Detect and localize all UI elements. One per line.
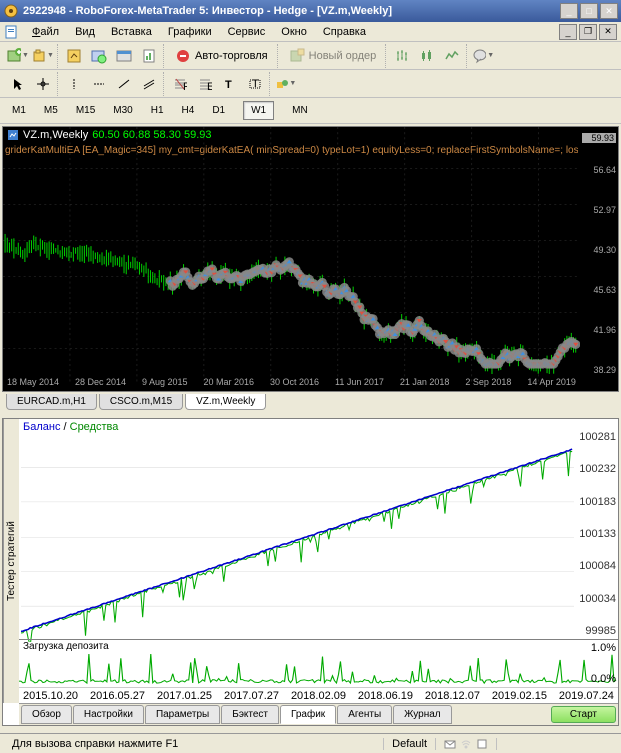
svg-text:F: F [183, 81, 187, 91]
equity-svg [21, 433, 574, 642]
equity-legend: Баланс / Средства [23, 421, 118, 433]
terminal-button[interactable] [112, 44, 136, 68]
load-label: Загрузка депозита [23, 641, 109, 652]
text-button[interactable]: T [218, 72, 242, 96]
crosshair-button[interactable] [31, 72, 55, 96]
status-profile[interactable]: Default [384, 738, 436, 750]
menu-insert[interactable]: Вставка [103, 24, 160, 40]
tf-m30[interactable]: M30 [105, 101, 140, 120]
market-watch-button[interactable] [62, 44, 86, 68]
line-chart-button[interactable] [440, 44, 464, 68]
autotrade-button[interactable]: Авто-торговля [168, 44, 275, 68]
new-chart-button[interactable]: ▼ [6, 44, 30, 68]
draw-toolbar: F E T T ▼ [0, 70, 621, 98]
tf-w1[interactable]: W1 [243, 101, 274, 120]
label-button[interactable]: T [243, 72, 267, 96]
statusbar: Для вызова справки нажмите F1 Default [0, 733, 621, 753]
vline-button[interactable] [62, 72, 86, 96]
candle-chart-button[interactable] [415, 44, 439, 68]
new-order-button[interactable]: Новый ордер [282, 44, 384, 68]
tf-d1[interactable]: D1 [204, 101, 233, 120]
tester-side-label[interactable]: Тестер стратегий [3, 419, 19, 703]
current-price: 59.93 [582, 133, 616, 143]
tester-tab-graph[interactable]: График [280, 705, 336, 724]
mdi-restore[interactable]: ❐ [579, 24, 597, 40]
tester-tab-backtest[interactable]: Бэктест [221, 705, 279, 724]
price-chart[interactable]: VZ.m,Weekly 60.50 60.88 58.30 59.93 grid… [2, 126, 619, 392]
equity-chart[interactable]: Баланс / Средства 100281 100232 100183 1… [19, 419, 618, 639]
tester-tab-params[interactable]: Параметры [145, 705, 220, 724]
tester-tab-agents[interactable]: Агенты [337, 705, 392, 724]
window-buttons: _ □ ✕ [560, 3, 618, 19]
mdi-minimize[interactable]: _ [559, 24, 577, 40]
tf-m15[interactable]: M15 [68, 101, 103, 120]
fibo-ext-button[interactable]: E [193, 72, 217, 96]
status-icons [436, 738, 497, 750]
tf-mn[interactable]: MN [284, 101, 316, 120]
close-button[interactable]: ✕ [600, 3, 618, 19]
news-icon[interactable] [476, 738, 488, 750]
equity-y-axis: 100281 100232 100183 100133 100084 10003… [574, 431, 616, 637]
tester-tab-overview[interactable]: Обзор [21, 705, 72, 724]
chart-tabs: EURCAD.m,H1 CSCO.m,M15 VZ.m,Weekly [2, 394, 619, 416]
menu-charts[interactable]: Графики [160, 24, 220, 40]
hline-button[interactable] [87, 72, 111, 96]
window-title: 2922948 - RoboForex-MetaTrader 5: Инвест… [23, 5, 560, 17]
svg-text:T: T [252, 78, 259, 90]
menu-file[interactable]: Файл [24, 24, 67, 40]
maximize-button[interactable]: □ [580, 3, 598, 19]
timeframe-bar: M1 M5 M15 M30 H1 H4 D1 W1 MN [0, 98, 621, 124]
chart-tab-0[interactable]: EURCAD.m,H1 [6, 394, 97, 410]
deposit-load-chart[interactable]: Загрузка депозита 1.0% 0.0% [19, 639, 618, 687]
strategy-tester: Тестер стратегий Баланс / Средства 10028… [2, 418, 619, 726]
tf-m1[interactable]: M1 [4, 101, 34, 120]
svg-text:T: T [225, 79, 232, 91]
menu-view[interactable]: Вид [67, 24, 103, 40]
app-icon [3, 3, 19, 19]
new-order-label: Новый ордер [309, 50, 377, 62]
chart-y-axis: 59.93 56.64 52.97 49.30 45.63 41.96 38.2… [580, 127, 618, 377]
minimize-button[interactable]: _ [560, 3, 578, 19]
tf-h1[interactable]: H1 [143, 101, 172, 120]
tester-tab-settings[interactable]: Настройки [73, 705, 144, 724]
tester-x-axis: 2015.10.20 2016.05.27 2017.01.25 2017.07… [19, 687, 618, 703]
tester-button[interactable] [137, 44, 161, 68]
main-toolbar: ▼ ▼ Авто-торговля Новый ордер ▼ [0, 42, 621, 70]
navigator-button[interactable] [87, 44, 111, 68]
doc-icon [4, 25, 18, 39]
tester-tabs: Обзор Настройки Параметры Бэктест График… [19, 703, 618, 725]
tf-m5[interactable]: M5 [36, 101, 66, 120]
menubar: Файл Вид Вставка Графики Сервис Окно Спр… [0, 22, 621, 42]
start-button[interactable]: Старт [551, 706, 616, 723]
chart-x-axis: 18 May 2014 28 Dec 2014 9 Aug 2015 20 Ma… [3, 377, 580, 391]
menu-window[interactable]: Окно [273, 24, 315, 40]
load-y-axis: 1.0% 0.0% [576, 640, 616, 687]
fibo-button[interactable]: F [168, 72, 192, 96]
profiles-button[interactable]: ▼ [31, 44, 55, 68]
mail-icon[interactable] [444, 738, 456, 750]
autotrade-label: Авто-торговля [195, 50, 268, 62]
mdi-buttons: _ ❐ ✕ [559, 24, 617, 40]
channel-button[interactable] [137, 72, 161, 96]
chart-tab-1[interactable]: CSCO.m,M15 [99, 394, 183, 410]
status-help: Для вызова справки нажмите F1 [4, 738, 384, 750]
objects-button[interactable]: ▼ [274, 72, 298, 96]
tf-h4[interactable]: H4 [174, 101, 203, 120]
cursor-button[interactable] [6, 72, 30, 96]
titlebar: 2922948 - RoboForex-MetaTrader 5: Инвест… [0, 0, 621, 22]
trendline-button[interactable] [112, 72, 136, 96]
menu-help[interactable]: Справка [315, 24, 374, 40]
mdi-close[interactable]: ✕ [599, 24, 617, 40]
tester-tab-journal[interactable]: Журнал [393, 705, 452, 724]
chart-tab-2[interactable]: VZ.m,Weekly [185, 394, 266, 410]
signal-icon[interactable] [460, 738, 472, 750]
menu-service[interactable]: Сервис [220, 24, 274, 40]
chat-button[interactable]: ▼ [471, 44, 495, 68]
bar-chart-button[interactable] [390, 44, 414, 68]
svg-text:E: E [207, 81, 212, 91]
price-chart-svg [3, 127, 580, 385]
